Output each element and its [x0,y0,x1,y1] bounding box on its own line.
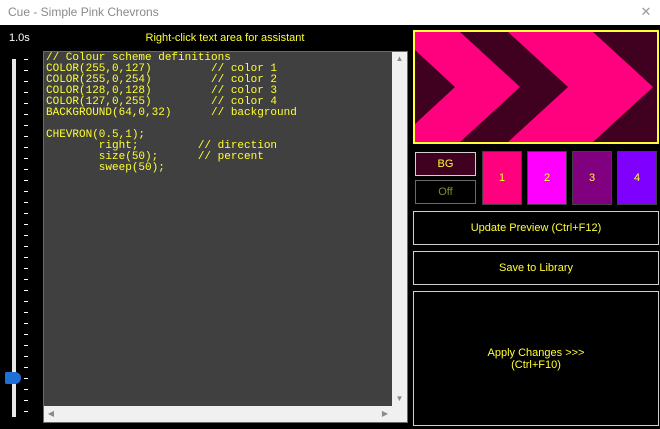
update-preview-button[interactable]: Update Preview (Ctrl+F12) [413,211,659,245]
speed-label: 1.0s [9,32,30,44]
slider-tick [24,257,28,258]
save-to-library-button[interactable]: Save to Library [413,251,659,285]
slider-tick [24,356,28,357]
slider-tick [24,81,28,82]
title-bar: Cue - Simple Pink Chevrons ✕ [0,0,660,25]
slider-tick [24,136,28,137]
slider-tick [24,235,28,236]
horizontal-scrollbar[interactable]: ◀ ▶ [44,406,392,422]
slider-tick [24,92,28,93]
slider-tick [24,301,28,302]
slider-tick [24,279,28,280]
slider-tick [24,290,28,291]
scroll-left-icon[interactable]: ◀ [44,406,58,422]
slider-tick [24,70,28,71]
background-color-button[interactable]: BG [415,152,476,176]
slider-tick [24,378,28,379]
slider-thumb[interactable] [5,372,21,384]
slider-tick [24,125,28,126]
color-2-button[interactable]: 2 [527,151,567,205]
slider-tick [24,59,28,60]
slider-tick [24,323,28,324]
slider-tick [24,400,28,401]
scroll-corner [392,406,407,422]
slider-tick [24,158,28,159]
window-title: Cue - Simple Pink Chevrons [8,5,159,19]
scroll-right-icon[interactable]: ▶ [378,406,392,422]
apply-changes-shortcut: (Ctrl+F10) [511,358,561,371]
slider-tick [24,411,28,412]
assistant-hint: Right-click text area for assistant [145,32,305,44]
color-4-button[interactable]: 4 [617,151,657,205]
slider-tick [24,191,28,192]
apply-changes-label: Apply Changes >>> [487,346,585,359]
slider-tick [24,169,28,170]
slider-tick [24,202,28,203]
slider-tick [24,147,28,148]
slider-tick [24,312,28,313]
vertical-scrollbar[interactable]: ▲ ▼ [392,52,407,406]
slider-tick [24,345,28,346]
close-icon[interactable]: ✕ [638,4,654,20]
chevron-preview [413,30,659,144]
slider-tick [24,114,28,115]
slider-tick [24,213,28,214]
apply-changes-button[interactable]: Apply Changes >>> (Ctrl+F10) [413,291,659,426]
scroll-down-icon[interactable]: ▼ [392,392,407,406]
color-1-button[interactable]: 1 [482,151,522,205]
code-text[interactable]: // Colour scheme definitions COLOR(255,0… [46,53,297,174]
slider-tick [24,224,28,225]
slider-tick [24,389,28,390]
off-toggle-button[interactable]: Off [415,180,476,204]
slider-tick [24,103,28,104]
speed-slider[interactable] [2,53,30,425]
slider-tick [24,268,28,269]
chevron-preview-graphic [415,32,657,142]
slider-tick [24,180,28,181]
color-3-button[interactable]: 3 [572,151,612,205]
slider-tick [24,334,28,335]
code-editor[interactable]: // Colour scheme definitions COLOR(255,0… [43,51,408,423]
scroll-up-icon[interactable]: ▲ [392,52,407,66]
slider-tick [24,367,28,368]
slider-track [12,59,16,417]
slider-tick [24,246,28,247]
